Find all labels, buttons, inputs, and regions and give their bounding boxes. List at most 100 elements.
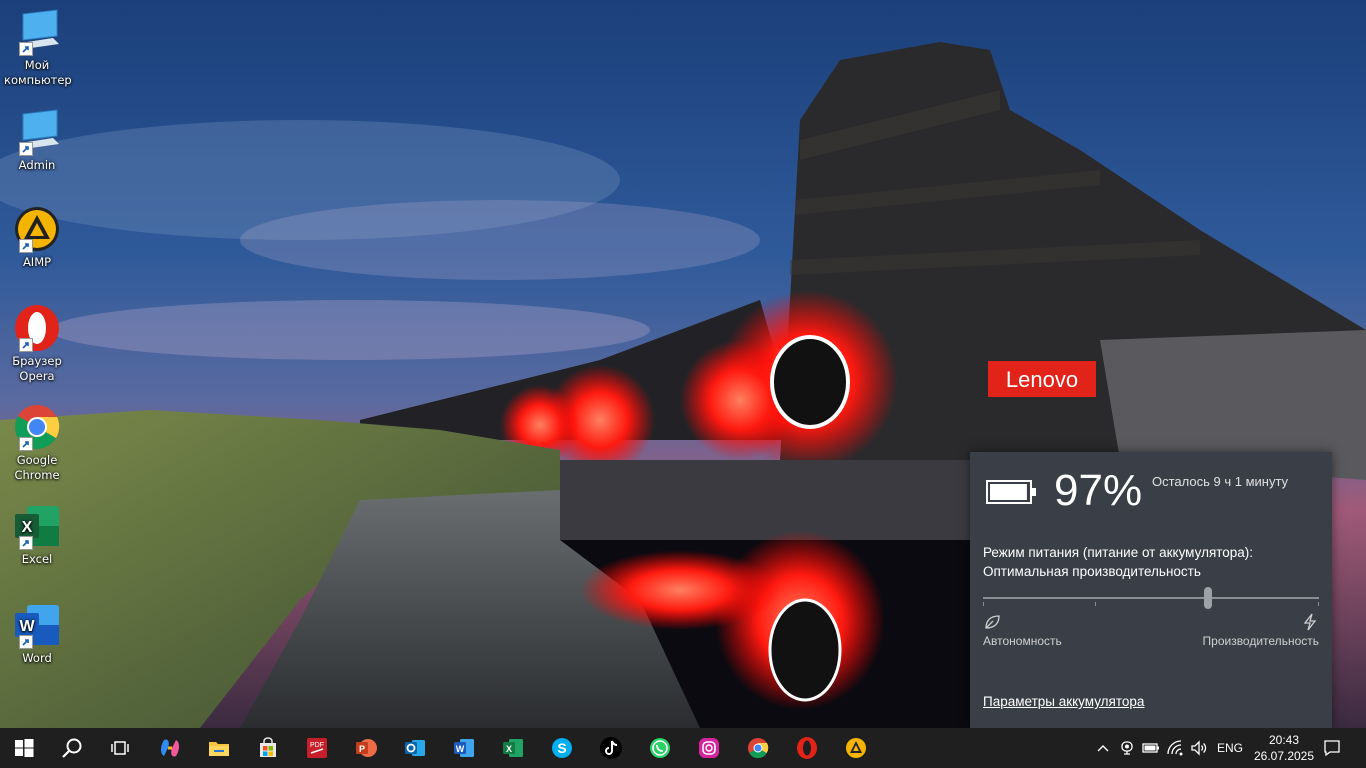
desktop-icon-label: Браузер Opera [12,354,62,383]
pdf-icon: PDF [307,738,327,758]
power-mode-slider-track[interactable] [983,597,1319,599]
battery-icon [1142,743,1159,753]
windows-logo-icon [15,739,34,757]
svg-text:W: W [19,618,35,635]
tiktok-icon [600,737,622,759]
taskbar-powerpoint[interactable]: P [342,728,390,768]
chrome-icon [748,738,769,759]
desktop-icon-chrome[interactable]: Google Chrome [4,403,70,483]
taskbar: PDF P W X S ENG 20:43 26.07.2025 [0,728,1366,768]
shortcut-arrow-icon [19,338,33,352]
wifi-icon [1167,740,1183,756]
taskbar-opera[interactable] [783,728,831,768]
desktop-icon-excel[interactable]: X Excel [4,502,70,567]
slider-right-label: Производительность [1202,634,1319,648]
clock-time: 20:43 [1268,733,1300,747]
whatsapp-icon [650,738,670,758]
taskbar-tiktok[interactable] [587,728,635,768]
tray-network[interactable] [1165,738,1185,758]
svg-text:PDF: PDF [310,742,324,749]
desktop-icon-label: Excel [21,552,53,566]
taskbar-aimp[interactable] [832,728,880,768]
desktop-icon-word[interactable]: W Word [4,601,70,666]
battery-percent: 97% [1054,466,1143,515]
skype-icon: S [552,738,572,758]
power-mode-title: Режим питания (питание от аккумулятора): [983,545,1254,560]
lenovo-logo-text: Lenovo [1006,367,1078,392]
notification-center-button[interactable] [1322,738,1342,758]
battery-flyout: 97% Осталось 9 ч 1 минуту Режим питания … [970,452,1332,728]
taskbar-pdf[interactable]: PDF [293,728,341,768]
shortcut-arrow-icon [19,635,33,649]
shortcut-arrow-icon [19,42,33,56]
speaker-icon [1191,740,1207,756]
store-icon [260,737,276,757]
chevron-up-icon [1097,745,1109,752]
outlook-icon [405,740,425,756]
svg-text:S: S [557,740,566,756]
folder-icon [209,742,229,756]
svg-text:P: P [359,744,365,754]
show-hidden-icons-button[interactable] [1093,738,1113,758]
shortcut-arrow-icon [19,142,33,156]
desktop-icon-label: Word [22,651,52,665]
desktop-icon-label: Admin [18,158,56,172]
task-view-button[interactable] [96,728,144,768]
powerpoint-icon: P [356,739,377,757]
shortcut-arrow-icon [19,437,33,451]
slider-tick [983,602,984,606]
webcam-icon [1121,741,1133,755]
desktop-icon-opera[interactable]: Браузер Opera [4,304,70,384]
desktop-icon-label: Google Chrome [14,453,60,482]
battery-remaining-time: Осталось 9 ч 1 минуту [1152,474,1289,489]
taskbar-chrome[interactable] [734,728,782,768]
start-button[interactable] [0,728,48,768]
svg-text:W: W [456,744,465,754]
taskbar-instagram[interactable] [685,728,733,768]
slider-tick [1095,602,1096,606]
tray-battery[interactable] [1141,738,1161,758]
desktop-icon-admin[interactable]: Admin [4,108,70,173]
taskbar-outlook[interactable] [391,728,439,768]
taskbar-whatsapp[interactable] [636,728,684,768]
taskbar-word[interactable]: W [440,728,488,768]
opera-icon [797,737,817,759]
desktop-icon-label: AIMP [22,255,52,269]
svg-text:X: X [506,744,512,754]
battery-settings-link[interactable]: Параметры аккумулятора [983,694,1144,709]
taskbar-excel[interactable]: X [489,728,537,768]
slider-left-label: Автономность [983,634,1062,648]
task-view-icon [111,741,129,755]
copilot-icon [161,739,179,757]
desktop-icon-my-computer[interactable]: Мой компьютер [4,8,72,88]
taskbar-copilot[interactable] [146,728,194,768]
power-mode-label: Режим питания (питание от аккумулятора):… [983,543,1313,581]
input-language-indicator[interactable]: ENG [1217,741,1243,755]
taskbar-clock[interactable]: 20:43 26.07.2025 [1252,732,1316,764]
lightning-icon [1303,613,1317,631]
search-button[interactable] [48,728,96,768]
shortcut-arrow-icon [19,536,33,550]
search-icon [62,738,82,758]
desktop-icon-aimp[interactable]: AIMP [4,205,70,270]
desktop-icon-label: Мой компьютер [4,58,72,87]
taskbar-file-explorer[interactable] [195,728,243,768]
tray-webcam[interactable] [1117,738,1137,758]
svg-text:X: X [22,519,33,536]
taskbar-skype[interactable]: S [538,728,586,768]
aimp-icon [846,738,866,758]
excel-icon: X [503,739,523,757]
power-mode-slider-thumb[interactable] [1204,587,1213,609]
battery-fill [990,484,1027,500]
leaf-icon [985,615,1000,629]
slider-tick [1318,602,1319,606]
taskbar-store[interactable] [244,728,292,768]
instagram-icon [699,738,719,758]
notification-icon [1324,740,1340,757]
battery-icon [986,480,1036,504]
power-mode-value: Оптимальная производительность [983,564,1201,579]
tray-volume[interactable] [1189,738,1209,758]
clock-date: 26.07.2025 [1253,749,1315,763]
word-icon: W [454,739,474,757]
shortcut-arrow-icon [19,239,33,253]
